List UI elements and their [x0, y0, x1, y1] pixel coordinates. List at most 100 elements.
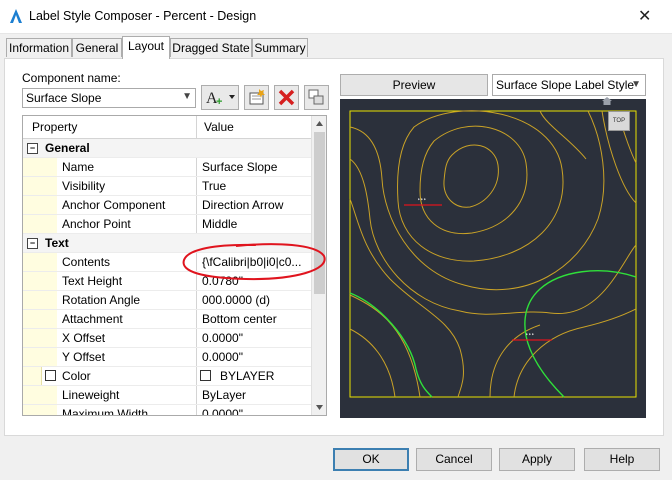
autocad-app-icon [10, 9, 22, 23]
svg-text:ﾟﾟﾟ: ﾟﾟﾟ [526, 333, 535, 341]
preview-style-dropdown[interactable]: Surface Slope Label Style ▼ [492, 74, 646, 96]
property-value[interactable]: 0.0000" [202, 350, 310, 364]
row-indent [41, 386, 57, 404]
column-divider [196, 348, 197, 366]
row-gutter [23, 253, 42, 271]
tab-dragged-state[interactable]: Dragged State [170, 38, 252, 57]
copy-component-icon [249, 89, 265, 105]
tab-information[interactable]: Information [6, 38, 72, 57]
copy-component-button[interactable] [244, 85, 269, 110]
property-name: Text Height [62, 274, 123, 288]
slope-arrow-top: ﾟﾟﾟ [404, 198, 442, 206]
category-row-general[interactable]: − General [23, 139, 311, 158]
property-value[interactable]: 0.0000" [202, 407, 310, 415]
property-name: Anchor Point [62, 217, 131, 231]
property-name: X Offset [62, 331, 106, 345]
column-divider [196, 158, 197, 176]
row-gutter [23, 291, 42, 309]
row-gutter [23, 348, 42, 366]
row-indent [41, 215, 57, 233]
row-gutter [23, 215, 42, 233]
column-divider [196, 405, 197, 415]
property-name: Name [62, 160, 95, 174]
column-divider [196, 386, 197, 404]
property-name: Rotation Angle [62, 293, 141, 307]
preview-label: Preview [340, 74, 488, 96]
svg-text:+: + [216, 96, 222, 108]
property-name: Contents [62, 255, 111, 269]
property-row-visibility[interactable]: Visibility True [23, 177, 311, 196]
svg-text:ﾟﾟﾟ: ﾟﾟﾟ [418, 198, 427, 206]
row-gutter [23, 158, 42, 176]
property-grid-header: Property Value [23, 116, 311, 139]
column-divider [196, 116, 197, 138]
category-label: Text [45, 236, 69, 250]
delete-icon [278, 89, 295, 106]
component-name-dropdown[interactable]: Surface Slope ▼ [22, 88, 196, 108]
row-indent [41, 196, 57, 214]
property-row-attachment[interactable]: Attachment Bottom center [23, 310, 311, 329]
tab-general[interactable]: General [72, 38, 122, 57]
tab-layout[interactable]: Layout [122, 36, 170, 59]
property-column-header[interactable]: Property [32, 120, 77, 134]
color-swatch [200, 370, 211, 381]
property-name: Visibility [62, 179, 106, 193]
close-icon[interactable]: ✕ [638, 6, 651, 26]
preview-style-value: Surface Slope Label Style [496, 78, 635, 92]
color-property-checkbox[interactable] [45, 370, 56, 381]
column-divider [196, 196, 197, 214]
home-icon[interactable] [601, 96, 613, 106]
slope-arrow-bottom: ﾟﾟﾟ [512, 333, 552, 341]
property-value[interactable]: Surface Slope [202, 160, 310, 174]
column-divider [196, 310, 197, 328]
surface-contour-preview: ﾟﾟﾟ ﾟﾟﾟ [349, 110, 637, 398]
add-text-component-icon: A + [206, 90, 235, 108]
property-name: Attachment [62, 312, 123, 326]
collapse-icon[interactable]: − [27, 143, 38, 154]
row-gutter [23, 177, 42, 195]
ok-button[interactable]: OK [333, 448, 409, 471]
property-row-name[interactable]: Name Surface Slope [23, 158, 311, 177]
property-value[interactable]: ByLayer [202, 388, 310, 402]
column-divider [196, 329, 197, 347]
value-column-header[interactable]: Value [204, 120, 234, 134]
column-divider [196, 367, 197, 385]
row-indent [41, 405, 57, 415]
property-row-anchor-point[interactable]: Anchor Point Middle [23, 215, 311, 234]
row-indent [41, 310, 57, 328]
row-gutter [23, 272, 42, 290]
property-value[interactable]: 0.0000" [202, 331, 310, 345]
viewcube-top-icon[interactable]: TOP [608, 111, 630, 131]
column-divider [196, 215, 197, 233]
property-value[interactable]: 000.0000 (d) [202, 293, 310, 307]
column-divider [196, 291, 197, 309]
scroll-up-icon [316, 121, 323, 126]
property-value[interactable]: Bottom center [202, 312, 310, 326]
property-row-maximum-width[interactable]: Maximum Width 0.0000" [23, 405, 311, 415]
component-draw-order-button[interactable] [304, 85, 329, 110]
component-name-value: Surface Slope [26, 91, 102, 105]
property-name: Anchor Component [62, 198, 166, 212]
delete-component-button[interactable] [274, 85, 299, 110]
property-row-rotation-angle[interactable]: Rotation Angle 000.0000 (d) [23, 291, 311, 310]
property-name: Y Offset [62, 350, 105, 364]
property-value[interactable]: Direction Arrow [202, 198, 310, 212]
row-gutter [23, 405, 42, 415]
cancel-button[interactable]: Cancel [416, 448, 492, 471]
row-gutter [23, 310, 42, 328]
help-button[interactable]: Help [584, 448, 660, 471]
scroll-down-icon [316, 405, 323, 410]
property-value[interactable]: True [202, 179, 310, 193]
apply-button[interactable]: Apply [499, 448, 575, 471]
tab-summary[interactable]: Summary [252, 38, 308, 57]
property-name: Color [62, 369, 91, 383]
collapse-icon[interactable]: − [27, 238, 38, 249]
add-component-button[interactable]: A + [201, 85, 239, 110]
property-value[interactable]: Middle [202, 217, 310, 231]
property-row-color[interactable]: Color BYLAYER [23, 367, 311, 386]
property-row-anchor-component[interactable]: Anchor Component Direction Arrow [23, 196, 311, 215]
label-preview-canvas[interactable]: ﾟﾟﾟ ﾟﾟﾟ TOP [340, 96, 646, 418]
property-row-x-offset[interactable]: X Offset 0.0000" [23, 329, 311, 348]
property-row-lineweight[interactable]: Lineweight ByLayer [23, 386, 311, 405]
property-row-y-offset[interactable]: Y Offset 0.0000" [23, 348, 311, 367]
